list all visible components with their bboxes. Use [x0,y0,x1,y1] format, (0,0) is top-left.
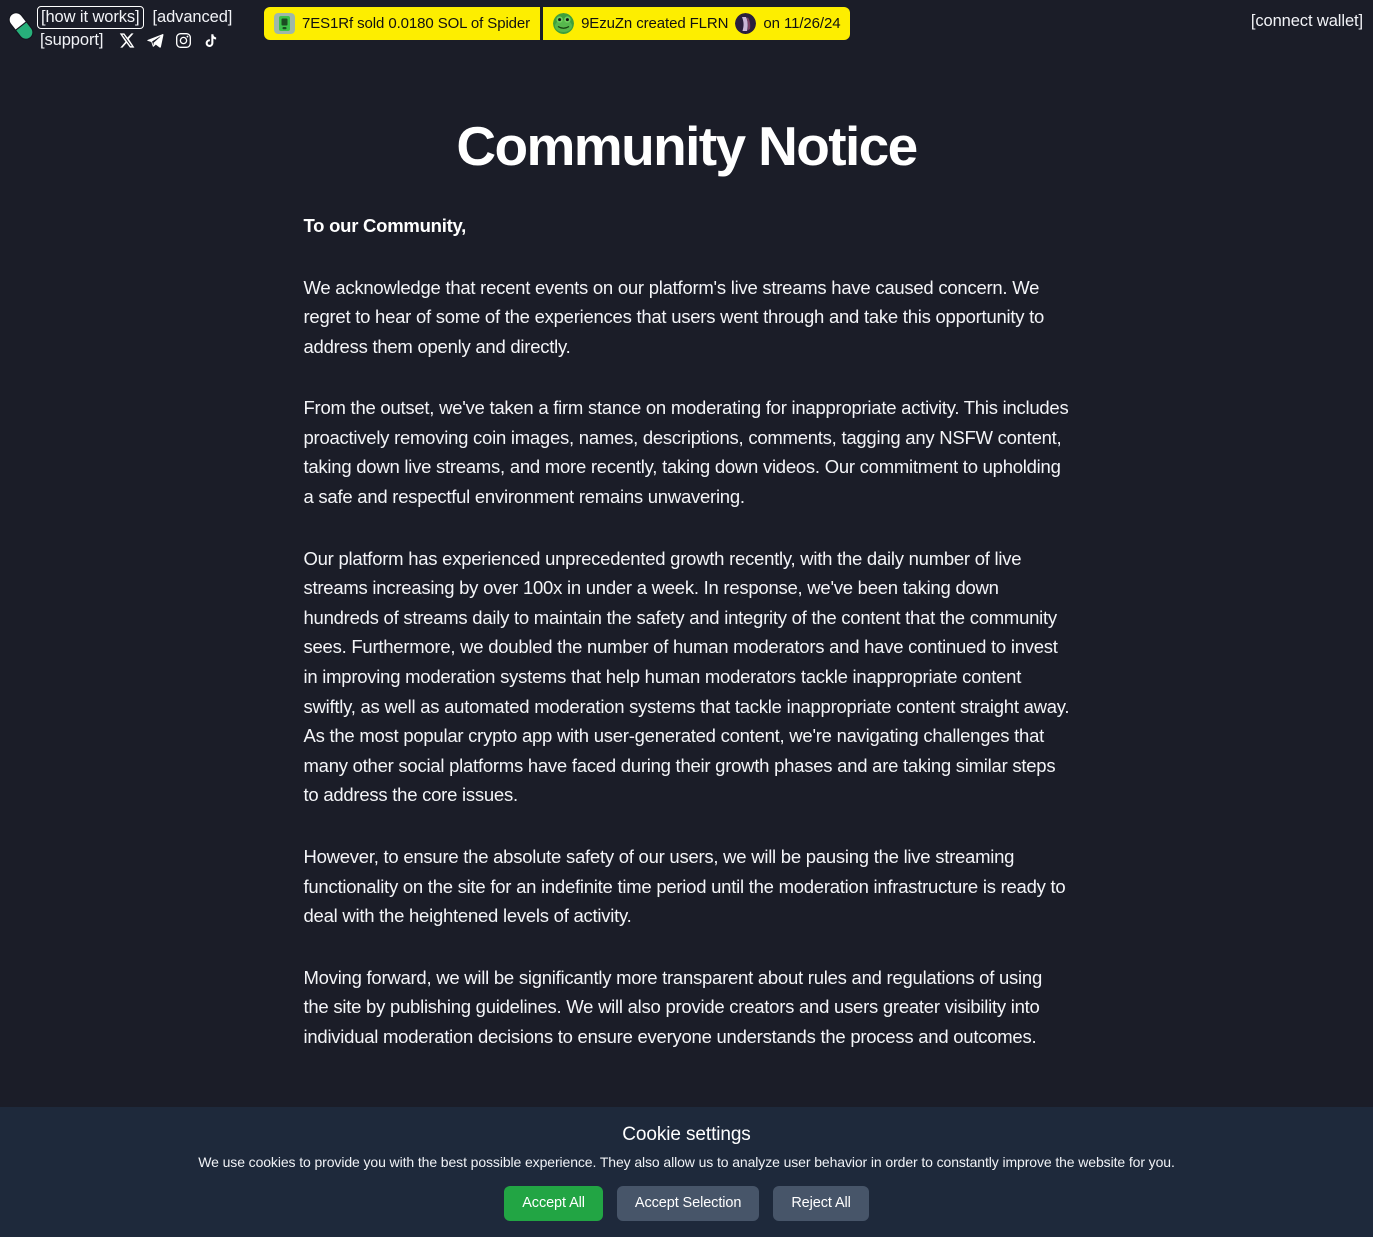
cookie-settings-banner: Cookie settings We use cookies to provid… [0,1107,1373,1237]
frog-avatar-icon [553,13,575,34]
paragraph-1: We acknowledge that recent events on our… [303,276,1045,357]
activity-ticker: 7ES1Rf sold 0.0180 SOL of Spider 9EzuZn … [264,7,851,40]
header-nav-row-secondary: [support] [40,29,232,51]
x-twitter-icon[interactable] [118,32,135,49]
salutation: To our Community, [303,214,467,236]
cookie-banner-title: Cookie settings [622,1124,751,1145]
connect-wallet-button[interactable]: [connect wallet] [1251,12,1363,31]
tiktok-icon[interactable] [203,32,218,49]
ticker-date-text: on 11/26/24 [763,15,841,32]
main-content: Community Notice To our Community, We ac… [0,52,1373,1237]
paragraph-5: Moving forward, we will be significantly… [303,966,1043,1047]
purple-avatar-icon [735,13,757,34]
nav-link-how-it-works[interactable]: [how it works] [37,5,144,29]
accept-selection-button[interactable]: Accept Selection [616,1186,760,1221]
cookie-banner-actions: Accept All Accept Selection Reject All [0,1186,1373,1221]
notice-article: To our Community, We acknowledge that re… [302,212,1072,1052]
nav-link-advanced[interactable]: [advanced] [153,8,233,27]
telegram-icon[interactable] [146,32,164,49]
ticker-item-created[interactable]: 9EzuZn created FLRN on 11/26/24 [540,7,850,40]
ticker-trade-text: 7ES1Rf sold 0.0180 SOL of Spider [302,15,531,32]
social-links [118,32,218,49]
paragraph-3: Our platform has experienced unprecedent… [303,547,1070,806]
paragraph-2: From the outset, we've taken a firm stan… [303,397,1069,508]
header-nav-row-primary: [how it works] [advanced] [37,5,233,29]
instagram-icon[interactable] [175,32,192,49]
paragraph-4: However, to ensure the absolute safety o… [303,846,1066,927]
token-avatar-green-icon [274,13,295,34]
reject-all-button[interactable]: Reject All [773,1186,869,1221]
cookie-banner-description: We use cookies to provide you with the b… [198,1154,1175,1170]
ticker-item-trade[interactable]: 7ES1Rf sold 0.0180 SOL of Spider [264,7,540,40]
nav-link-support[interactable]: [support] [40,31,103,50]
header-nav: [how it works] [advanced] [support] [37,4,233,51]
page-title: Community Notice [456,115,918,177]
ticker-created-text: 9EzuZn created FLRN [581,15,729,32]
pill-capsule-icon[interactable] [6,9,36,43]
accept-all-button[interactable]: Accept All [504,1186,603,1221]
